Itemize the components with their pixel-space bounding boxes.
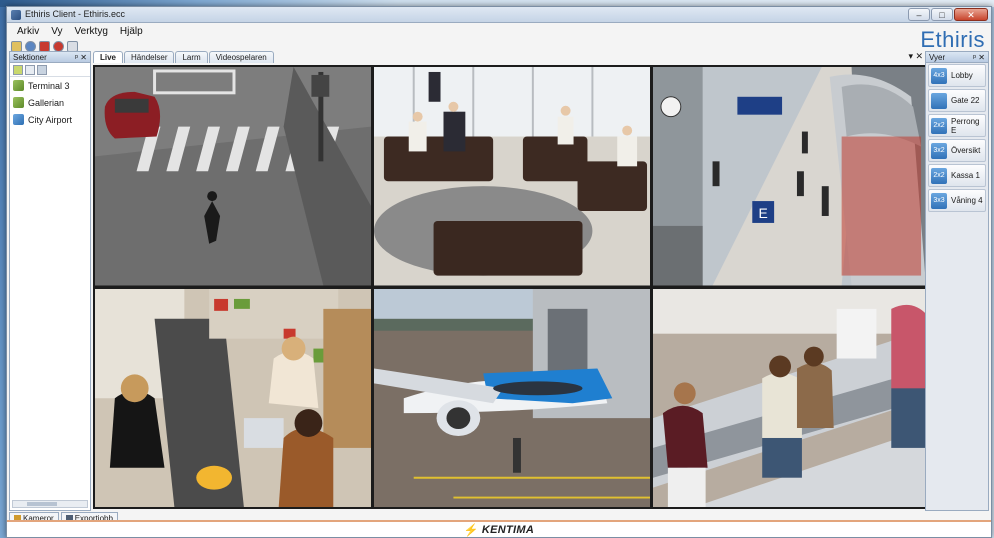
menu-bar: Arkiv Vy Verktyg Hjälp — [7, 24, 991, 39]
footer-brand: KENTIMA — [481, 523, 535, 536]
tab-controls[interactable]: ▾ ✕ — [908, 51, 923, 62]
main-tabs: Live Händelser Larm Videospelaren — [93, 51, 274, 63]
view-item-perrong-e[interactable]: 2x2 Perrong E — [928, 114, 986, 137]
view-item-gate-22[interactable]: Gate 22 — [928, 89, 986, 112]
view-item-label: Översikt — [951, 146, 981, 155]
open-icon[interactable] — [11, 40, 22, 52]
views-panel: Vyer ᵖ ✕ 4x3 Lobby Gate 22 2x2 Perrong E… — [925, 51, 989, 511]
section-item-gallerian[interactable]: Gallerian — [10, 94, 90, 111]
layout-icon: 4x3 — [931, 67, 947, 84]
views-panel-controls[interactable]: ᵖ ✕ — [973, 52, 985, 63]
tab-handelser[interactable]: Händelser — [124, 51, 175, 63]
layout-icon — [931, 92, 947, 109]
video-grid: E — [93, 65, 931, 509]
export-icon[interactable] — [67, 40, 78, 52]
sections-toolbar — [10, 63, 90, 77]
camera-view-airport[interactable] — [374, 288, 650, 507]
tab-live[interactable]: Live — [93, 51, 124, 63]
layout-icon: 3x3 — [931, 192, 947, 209]
refresh-icon[interactable] — [25, 40, 36, 52]
camera-group-icon — [13, 97, 24, 108]
minimize-button[interactable]: – — [908, 8, 930, 21]
add-section-icon[interactable] — [13, 65, 23, 75]
sections-title: Sektioner — [13, 53, 47, 62]
section-item-label: Terminal 3 — [28, 80, 70, 91]
maximize-button[interactable]: □ — [931, 8, 953, 21]
camera-group-icon — [13, 80, 24, 91]
kentima-logo-icon: ⚡ — [463, 522, 479, 537]
camera-view-lobby[interactable] — [374, 67, 650, 286]
views-title: Vyer — [929, 53, 946, 62]
sections-panel-controls[interactable]: ᵖ ✕ — [75, 52, 87, 63]
view-item-oversikt[interactable]: 3x2 Översikt — [928, 139, 986, 162]
layout-icon: 2x2 — [931, 117, 947, 134]
record-icon[interactable] — [39, 40, 50, 52]
footer: ⚡ KENTIMA — [7, 520, 991, 537]
view-item-label: Perrong E — [951, 116, 980, 135]
sections-header: Sektioner ᵖ ✕ — [10, 52, 90, 63]
camera-view-escalator[interactable] — [653, 288, 929, 507]
camera-view-checkout[interactable] — [95, 288, 371, 507]
app-icon — [11, 10, 21, 20]
site-icon — [13, 114, 24, 125]
brand-logo: Ethiris — [920, 27, 985, 52]
view-item-label: Gate 22 — [951, 96, 980, 105]
section-item-label: Gallerian — [28, 97, 65, 108]
tab-larm[interactable]: Larm — [175, 51, 208, 63]
delete-section-icon[interactable] — [37, 65, 47, 75]
camera-view-street[interactable] — [95, 67, 371, 286]
menu-hjalp[interactable]: Hjälp — [120, 26, 143, 37]
layout-icon: 2x2 — [931, 167, 947, 184]
view-item-vaning-4[interactable]: 3x3 Våning 4 — [928, 189, 986, 212]
views-header: Vyer ᵖ ✕ — [926, 52, 988, 63]
menu-arkiv[interactable]: Arkiv — [17, 26, 39, 37]
svg-text:E: E — [759, 205, 768, 221]
menu-verktyg[interactable]: Verktyg — [75, 26, 108, 37]
camera-view-platform[interactable]: E — [653, 67, 929, 286]
close-button[interactable]: ✕ — [954, 8, 988, 21]
scroll-thumb[interactable] — [27, 502, 57, 506]
sections-panel: Sektioner ᵖ ✕ Terminal 3 Gallerian City … — [9, 51, 91, 511]
tab-videospelaren[interactable]: Videospelaren — [208, 51, 274, 63]
view-item-label: Lobby — [951, 71, 973, 80]
view-item-label: Våning 4 — [951, 196, 983, 205]
window-controls: – □ ✕ — [908, 8, 988, 21]
layout-icon: 3x2 — [931, 142, 947, 159]
section-item-city-airport[interactable]: City Airport — [10, 111, 90, 128]
section-item-label: City Airport — [28, 114, 73, 125]
sections-scrollbar[interactable] — [12, 500, 88, 508]
view-item-label: Kassa 1 — [951, 171, 980, 180]
app-window: Ethiris Client - Ethiris.ecc – □ ✕ Arkiv… — [6, 6, 992, 538]
edit-section-icon[interactable] — [25, 65, 35, 75]
section-item-terminal-3[interactable]: Terminal 3 — [10, 77, 90, 94]
window-title: Ethiris Client - Ethiris.ecc — [25, 9, 126, 19]
menu-vy[interactable]: Vy — [51, 26, 62, 37]
view-item-lobby[interactable]: 4x3 Lobby — [928, 64, 986, 87]
stop-icon[interactable] — [53, 40, 64, 52]
title-bar: Ethiris Client - Ethiris.ecc – □ ✕ — [7, 7, 991, 23]
view-item-kassa-1[interactable]: 2x2 Kassa 1 — [928, 164, 986, 187]
